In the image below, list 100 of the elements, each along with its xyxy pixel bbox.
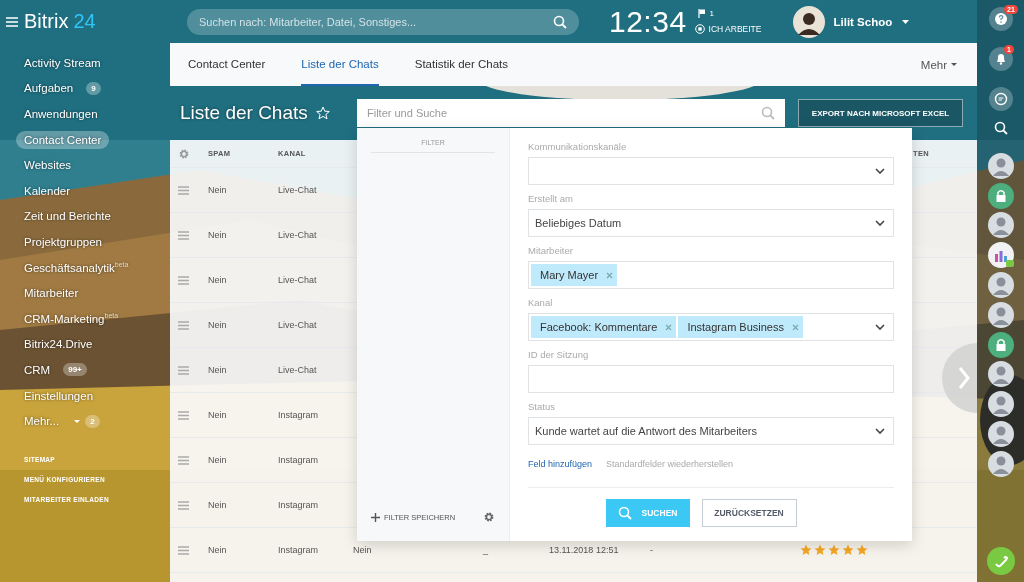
field-label: Kanal [528, 297, 554, 309]
table-cell-text: Instagram [277, 545, 320, 555]
tag-chip[interactable]: Instagram Business [678, 316, 803, 338]
page-title: Liste der Chats [180, 102, 308, 124]
star-icon [828, 544, 840, 556]
drag-handle-icon[interactable] [178, 275, 189, 285]
sidebar-item[interactable]: CRM [16, 360, 59, 379]
stop-icon[interactable] [694, 24, 705, 34]
avatar-icon[interactable] [987, 212, 1014, 239]
drag-handle-icon[interactable] [178, 320, 189, 330]
count-badge: 99+ [63, 363, 87, 377]
avatar-icon[interactable] [987, 391, 1014, 418]
field-label: Status [528, 401, 556, 413]
tag-chip[interactable]: Mary Mayer [531, 264, 618, 286]
avatar-icon[interactable] [987, 450, 1014, 477]
sidebar-item[interactable]: Zeit und Berichte [16, 207, 119, 226]
chevron-icon [875, 428, 885, 434]
settings-icon[interactable] [483, 511, 495, 523]
avatar-icon[interactable] [987, 272, 1014, 299]
tag-field[interactable]: Facebook: Kommentare Instagram Business [528, 313, 894, 341]
drag-handle-icon[interactable] [178, 230, 189, 240]
star-icon [814, 544, 826, 556]
tab[interactable]: Liste der Chats [301, 43, 379, 86]
table-cell-text: Nein [207, 365, 228, 375]
tag-field[interactable]: Mary Mayer [528, 261, 894, 289]
logo[interactable]: Bitrix 24 [24, 10, 187, 33]
menu-icon[interactable] [6, 16, 18, 27]
count-badge: 9 [86, 81, 101, 95]
sidebar-item[interactable]: Activity Stream [16, 53, 109, 72]
avatar-icon [793, 5, 826, 38]
more-tab[interactable]: Mehr [920, 43, 957, 86]
table-cell-text: Nein [207, 320, 228, 330]
sidebar-item[interactable]: Geschäftsanalytik$^{beta}$ [16, 258, 137, 277]
sidebar-item[interactable]: Mitarbeiter [16, 284, 87, 303]
tab[interactable]: Statistik der Chats [414, 43, 509, 86]
sidebar-item[interactable]: CRM-Marketing$^{beta}$ [16, 309, 127, 329]
table-cell-text: Live-Chat [277, 365, 318, 375]
table-cell-text: Nein [207, 185, 228, 195]
star-icon[interactable] [315, 106, 330, 120]
field-label: Kommunikationskanäle [528, 141, 628, 153]
select-field[interactable]: Beliebiges Datum [528, 209, 894, 237]
drag-handle-icon[interactable] [178, 185, 189, 195]
star-icon [856, 544, 868, 556]
drag-handle-icon[interactable] [178, 545, 189, 555]
drag-handle-icon[interactable] [178, 410, 189, 420]
star-icon [842, 544, 854, 556]
flag-count: 1 [709, 9, 715, 18]
drag-handle-icon[interactable] [178, 500, 189, 510]
table-cell-text: Nein [207, 455, 228, 465]
search-icon[interactable] [993, 121, 1008, 135]
input-field[interactable] [528, 365, 894, 393]
sidebar-item[interactable]: Websites [16, 156, 80, 175]
avatar-icon[interactable] [987, 301, 1014, 328]
table-cell-text: Nein [352, 545, 373, 555]
select-field[interactable] [528, 157, 894, 185]
user-name[interactable]: Lilit Schoo [833, 15, 893, 28]
lock-icon[interactable] [987, 331, 1014, 358]
sidebar-item[interactable]: Bitrix24.Drive [16, 335, 101, 354]
sidebar-item[interactable]: Aufgaben [16, 79, 82, 98]
chevron-icon [875, 168, 885, 174]
avatar-icon[interactable] [987, 152, 1014, 179]
tab[interactable]: Contact Center [188, 43, 266, 86]
drag-handle-icon[interactable] [178, 455, 189, 465]
filter-search-field[interactable]: Filter und Suche [357, 99, 785, 127]
table-cell-text: 13.11.2018 12:51 [548, 545, 620, 555]
table-cell-text: Nein [207, 410, 228, 420]
search-icon [553, 14, 567, 29]
avatar-icon[interactable] [987, 421, 1014, 448]
link[interactable]: Feld hinzufügen [528, 459, 593, 469]
export-button[interactable]: EXPORT NACH MICROSOFT EXCEL [798, 99, 963, 127]
count-badge: 2 [85, 414, 100, 428]
select-field[interactable]: Kunde wartet auf die Antwort des Mitarbeiters [528, 417, 894, 445]
search-icon [761, 106, 775, 120]
lock-icon[interactable] [987, 182, 1014, 209]
table-cell-text: - [649, 545, 654, 555]
caret-icon [902, 19, 910, 24]
avatar-icon[interactable] [987, 361, 1014, 388]
chat-icon[interactable] [988, 87, 1013, 111]
bell-icon[interactable] [988, 47, 1013, 71]
table-cell-text: Live-Chat [277, 185, 318, 195]
table-cell-text: Nein [207, 500, 228, 510]
table-cell-text: _ [482, 545, 489, 555]
sidebar-item[interactable]: Projektgruppen [16, 232, 110, 251]
table-cell-text: Instagram [277, 500, 320, 510]
sidebar-item[interactable]: Anwendungen [16, 105, 106, 123]
work-status-button[interactable]: ICH ARBEITE [708, 24, 762, 34]
field-label: Mitarbeiter [528, 245, 574, 257]
sidebar-item[interactable]: Kalender [16, 181, 79, 200]
table-cell-text: Nein [207, 230, 228, 240]
chevron-icon [875, 220, 885, 226]
table-cell-text: Instagram [277, 455, 320, 465]
tag-chip[interactable]: Facebook: Kommentare [531, 316, 677, 338]
table-cell-text: Live-Chat [277, 275, 318, 285]
drag-handle-icon[interactable] [178, 365, 189, 375]
help-icon[interactable] [988, 7, 1013, 31]
reset-button[interactable]: ZURÜCKSETZEN [701, 499, 797, 527]
caret-icon [951, 63, 957, 66]
phone-icon[interactable] [986, 547, 1015, 575]
settings-icon[interactable] [178, 147, 190, 160]
table-cell-text: Instagram [277, 410, 320, 420]
